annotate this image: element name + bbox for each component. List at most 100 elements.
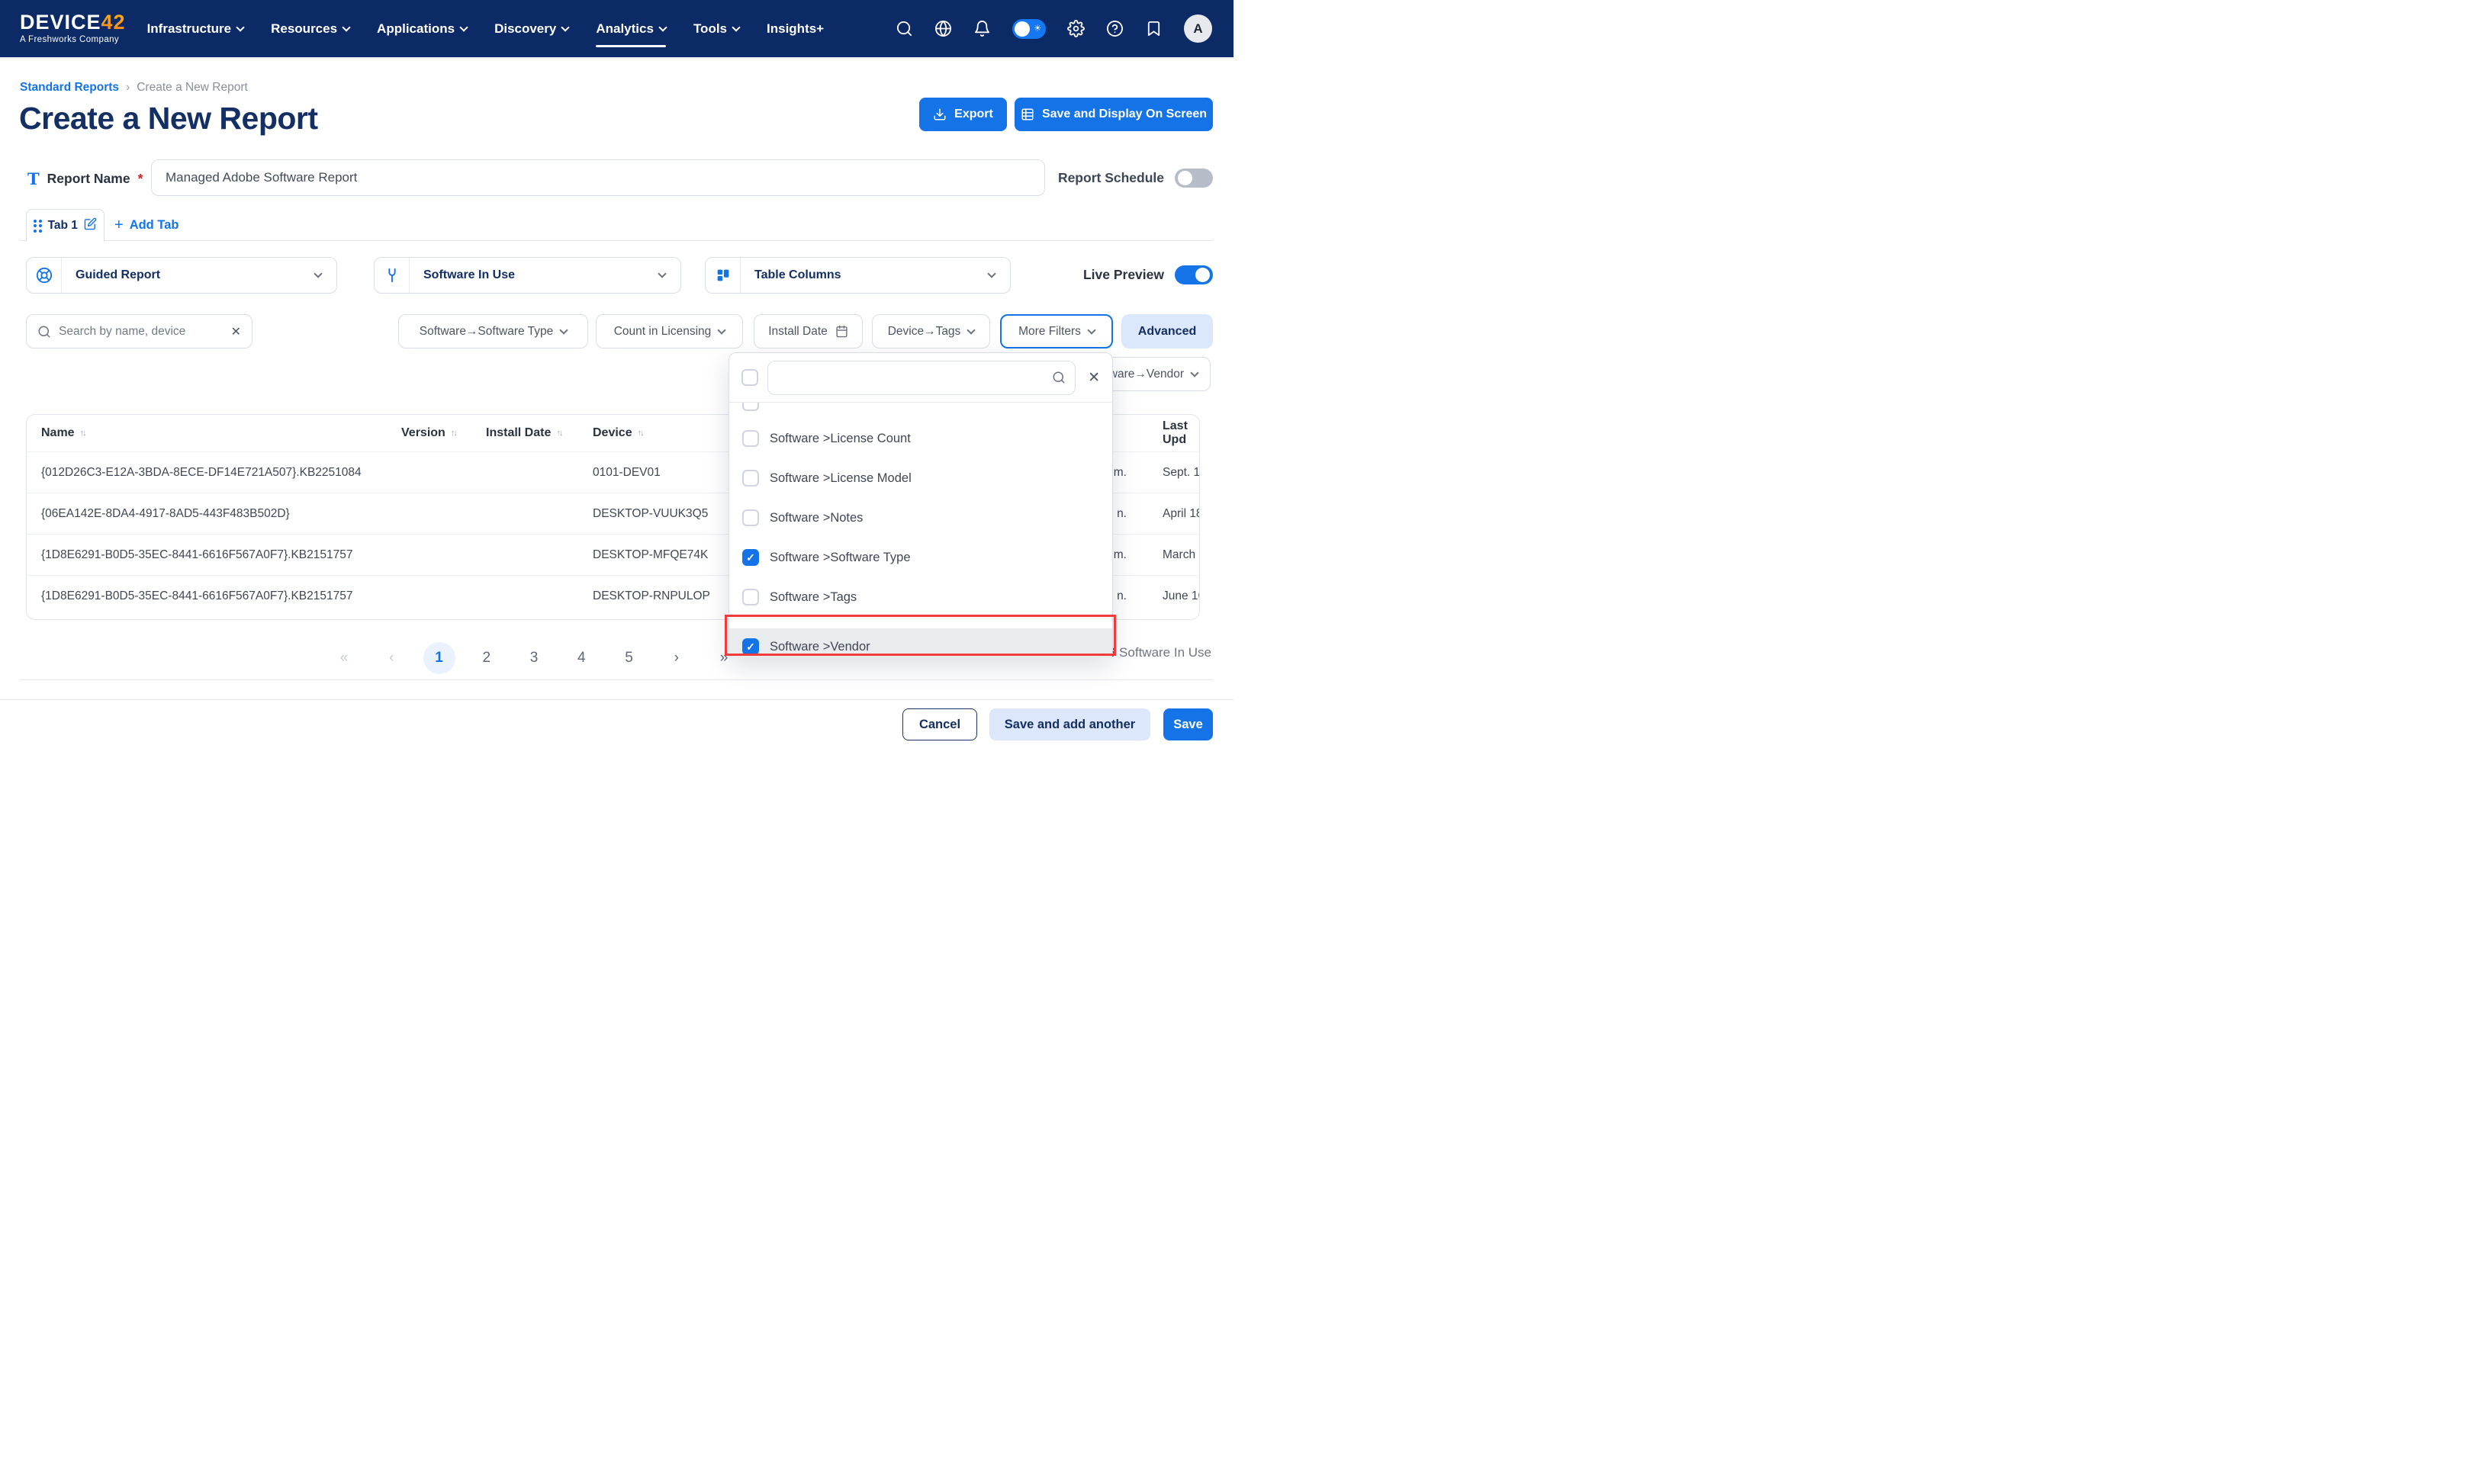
- save-and-add-another-button[interactable]: Save and add another: [989, 708, 1150, 740]
- menu-infrastructure[interactable]: Infrastructure: [147, 17, 244, 41]
- pagination-prev[interactable]: ‹: [375, 642, 407, 674]
- advanced-button[interactable]: Advanced: [1121, 314, 1213, 349]
- menu-resources[interactable]: Resources: [271, 17, 349, 41]
- search-icon[interactable]: [896, 20, 913, 37]
- partially-scrolled-checkbox[interactable]: [742, 403, 759, 411]
- user-avatar[interactable]: A: [1184, 14, 1212, 43]
- checkbox-unchecked[interactable]: [742, 509, 759, 526]
- column-header-last-updated[interactable]: Last Upd: [1163, 415, 1199, 451]
- checkbox-unchecked[interactable]: [742, 470, 759, 487]
- theme-toggle[interactable]: ☀: [1012, 19, 1046, 39]
- close-icon[interactable]: ✕: [1088, 369, 1100, 387]
- pagination-page-5[interactable]: 5: [613, 642, 645, 674]
- chevron-down-icon: [1087, 326, 1095, 334]
- data-source-select[interactable]: Software In Use: [374, 257, 681, 294]
- chevron-down-icon: [459, 23, 468, 31]
- table-search: ✕: [26, 314, 252, 349]
- chevron-down-icon: [314, 269, 322, 278]
- pagination-page-4[interactable]: 4: [565, 642, 597, 674]
- cell-last-updated: June 16, 2: [1163, 576, 1200, 617]
- breadcrumb-standard-reports[interactable]: Standard Reports: [20, 81, 119, 95]
- text-tool-icon: T: [27, 169, 40, 188]
- footer-bar: Cancel Save and add another Save: [0, 699, 1234, 742]
- checkbox-unchecked[interactable]: [742, 430, 759, 447]
- checkbox-checked[interactable]: ✓: [742, 638, 759, 655]
- sort-icon[interactable]: ↑↓: [451, 429, 456, 438]
- brand-text: DEVICE42: [20, 11, 126, 34]
- globe-icon[interactable]: [934, 20, 952, 37]
- cell-device: 0101-DEV01: [593, 452, 661, 493]
- tab-1[interactable]: Tab 1: [26, 209, 105, 242]
- sort-icon[interactable]: ↑↓: [556, 429, 561, 438]
- save-button[interactable]: Save: [1163, 708, 1213, 740]
- sun-icon: ☀: [1034, 24, 1041, 33]
- cell-device: DESKTOP-MFQE74K: [593, 535, 708, 576]
- report-name-input[interactable]: [151, 159, 1045, 196]
- help-icon[interactable]: [1106, 20, 1124, 37]
- select-all-checkbox[interactable]: [741, 369, 758, 386]
- pagination-page-1[interactable]: 1: [423, 642, 455, 674]
- pagination-page-2[interactable]: 2: [471, 642, 503, 674]
- report-type-select[interactable]: Guided Report: [26, 257, 337, 294]
- gear-icon[interactable]: [1067, 20, 1085, 37]
- menu-discovery[interactable]: Discovery: [494, 17, 568, 41]
- option-software-type[interactable]: ✓ Software >Software Type: [729, 538, 1112, 577]
- option-notes[interactable]: Software >Notes: [729, 498, 1112, 538]
- cell-name: {1D8E6291-B0D5-35EC-8441-6616F567A0F7}.K…: [41, 535, 352, 576]
- clear-search-icon[interactable]: ✕: [231, 324, 241, 339]
- menu-analytics[interactable]: Analytics: [596, 17, 666, 41]
- save-display-button[interactable]: Save and Display On Screen: [1015, 98, 1213, 131]
- column-header-install-date[interactable]: Install Date↑↓: [486, 415, 561, 451]
- pagination-next[interactable]: ›: [661, 642, 693, 674]
- filter-install-date[interactable]: Install Date: [754, 314, 863, 349]
- checkbox-unchecked[interactable]: [742, 589, 759, 605]
- panel-search-input[interactable]: [777, 371, 1046, 384]
- breadcrumb: Standard Reports › Create a New Report: [20, 81, 248, 95]
- menu-insights[interactable]: Insights+: [767, 17, 824, 41]
- kanban-grid-icon: [706, 258, 741, 293]
- option-vendor[interactable]: ✓ Software >Vendor: [729, 627, 1112, 657]
- edit-icon[interactable]: [84, 217, 97, 234]
- column-header-version[interactable]: Version↑↓: [401, 415, 456, 451]
- breadcrumb-separator: ›: [126, 81, 130, 95]
- menu-tools[interactable]: Tools: [693, 17, 739, 41]
- search-input[interactable]: [59, 325, 224, 339]
- calendar-icon: [835, 325, 848, 338]
- pagination-page-3[interactable]: 3: [518, 642, 550, 674]
- plus-icon: +: [114, 217, 124, 234]
- chevron-down-icon: [560, 326, 568, 334]
- filter-count-licensing[interactable]: Count in Licensing: [596, 314, 743, 349]
- live-preview-toggle[interactable]: [1175, 265, 1213, 284]
- wrench-icon: [375, 258, 410, 293]
- drag-handle-icon[interactable]: [34, 220, 42, 233]
- checkbox-checked[interactable]: ✓: [742, 549, 759, 566]
- table-columns-select[interactable]: Table Columns: [705, 257, 1011, 294]
- add-tab-button[interactable]: + Add Tab: [114, 217, 179, 234]
- report-schedule-toggle[interactable]: [1175, 169, 1213, 188]
- breadcrumb-current: Create a New Report: [137, 81, 248, 95]
- filter-more-filters[interactable]: More Filters: [1000, 314, 1113, 349]
- chevron-down-icon: [987, 269, 995, 278]
- toggle-knob: [1015, 21, 1030, 37]
- cancel-button[interactable]: Cancel: [902, 708, 977, 740]
- menu-applications[interactable]: Applications: [377, 17, 467, 41]
- pagination-first[interactable]: «: [328, 642, 360, 674]
- export-button[interactable]: Export: [919, 98, 1007, 131]
- bell-icon[interactable]: [973, 20, 991, 37]
- option-license-model[interactable]: Software >License Model: [729, 458, 1112, 498]
- column-header-name[interactable]: Name↑↓: [41, 415, 85, 451]
- option-license-count[interactable]: Software >License Count: [729, 419, 1112, 458]
- filter-software-type[interactable]: Software→Software Type: [398, 314, 588, 349]
- sort-icon[interactable]: ↑↓: [638, 429, 643, 438]
- option-tags[interactable]: Software >Tags: [729, 577, 1112, 617]
- search-icon: [37, 325, 51, 339]
- cell-last-updated: Sept. 17, 2: [1163, 452, 1200, 493]
- required-asterisk: *: [138, 171, 143, 187]
- column-header-device[interactable]: Device↑↓: [593, 415, 643, 451]
- bookmark-icon[interactable]: [1145, 20, 1163, 37]
- cell-last-updated: March 11,: [1163, 535, 1200, 576]
- device42-logo[interactable]: DEVICE42 A Freshworks Company: [20, 12, 126, 45]
- sort-icon[interactable]: ↑↓: [80, 429, 85, 438]
- filter-device-tags[interactable]: Device→Tags: [872, 314, 990, 349]
- chevron-down-icon: [967, 326, 976, 334]
